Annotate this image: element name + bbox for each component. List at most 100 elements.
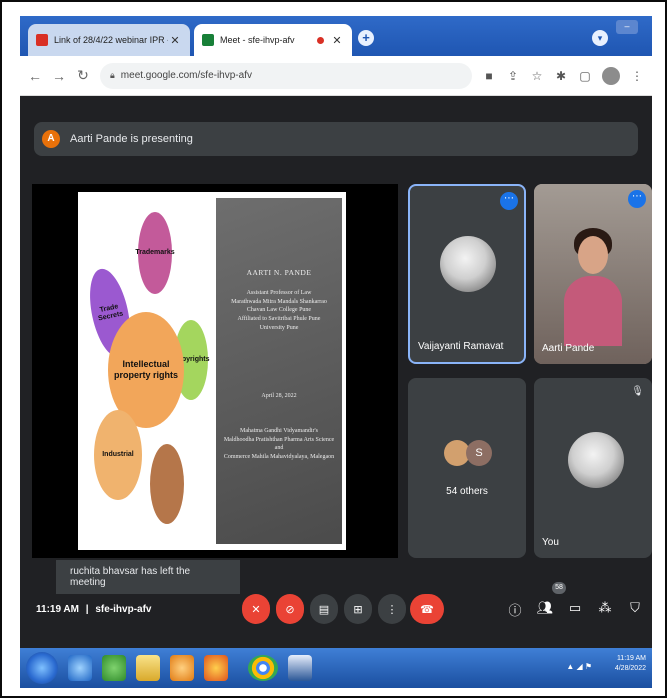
reload-icon[interactable]: ↻: [76, 67, 90, 84]
meeting-details-icon[interactable]: ⓘ: [506, 600, 524, 619]
participant-tile-others[interactable]: S 54 others: [408, 378, 526, 558]
windows-taskbar: ▲ ◢ ⚑ 11:19 AM 4/28/2022: [20, 648, 652, 688]
side-panel-icon[interactable]: ▢: [578, 69, 592, 83]
chrome-icon[interactable]: [248, 655, 278, 681]
url-text: meet.google.com/sfe-ihvp-afv: [120, 70, 252, 81]
more-options-icon[interactable]: ⋯: [500, 192, 518, 210]
ie-icon[interactable]: [68, 655, 92, 681]
participant-tile-you[interactable]: 🎙︎ You: [534, 378, 652, 558]
participant-video: [564, 224, 622, 346]
tab-gmail[interactable]: Link of 28/4/22 webinar IPR - co ✕: [28, 24, 190, 56]
lock-icon: 🔒︎: [110, 70, 115, 80]
media-icon[interactable]: [102, 655, 126, 681]
petal-label: Intellectual property rights: [113, 359, 178, 380]
slide-line: Assistant Professor of Law: [246, 289, 312, 296]
menu-icon[interactable]: ⋮: [630, 69, 644, 83]
tab-search-button[interactable]: ▾: [592, 30, 608, 46]
close-icon[interactable]: ✕: [168, 34, 182, 47]
presentation-stage[interactable]: Trademarks Trade Secrets Copyrights Inte…: [32, 184, 398, 594]
profile-avatar[interactable]: [602, 66, 620, 85]
presenter-avatar: A: [42, 130, 60, 148]
people-count-badge: 58: [552, 582, 566, 594]
participant-letter-avatar: S: [466, 440, 492, 466]
participant-name: Vaijayanti Ramavat: [418, 341, 504, 352]
meet-icon: [202, 34, 214, 46]
present-button[interactable]: ⊞: [344, 594, 372, 624]
slide-title-card: AARTI N. PANDE Assistant Professor of La…: [212, 192, 346, 550]
url-field[interactable]: 🔒︎ meet.google.com/sfe-ihvp-afv: [100, 62, 472, 89]
captions-icon: ▤: [318, 603, 330, 616]
slide-line: Affiliated to Savitribai Phule Pune: [237, 315, 321, 322]
address-bar: ← → ↻ 🔒︎ meet.google.com/sfe-ihvp-afv ■ …: [20, 56, 652, 96]
minimize-button[interactable]: –: [616, 20, 638, 34]
phone-hangup-icon: ☎: [420, 603, 434, 616]
firefox-icon[interactable]: [204, 655, 228, 681]
present-icon: ⊞: [353, 603, 363, 616]
petal-industrial: Industrial: [94, 410, 142, 500]
tab-meet[interactable]: Meet - sfe-ihvp-afv ✕: [194, 24, 352, 56]
host-controls-icon[interactable]: ⛉: [626, 600, 644, 616]
people-icon[interactable]: 👥︎: [536, 600, 554, 616]
body-shape: [564, 276, 622, 346]
petal-trademarks: Trademarks: [135, 212, 175, 294]
camera-indicator-icon[interactable]: ■: [482, 69, 496, 83]
slide-line: University Pune: [259, 324, 299, 331]
petal-label: Industrial: [102, 450, 134, 458]
participant-avatar: [440, 236, 496, 292]
others-count: 54 others: [446, 486, 488, 497]
tab-title: Link of 28/4/22 webinar IPR - co: [54, 35, 168, 45]
close-icon[interactable]: ✕: [330, 34, 344, 47]
extensions-icon[interactable]: ✱: [554, 69, 568, 83]
window-controls: –: [616, 20, 638, 34]
presenting-text: Aarti Pande is presenting: [70, 133, 193, 145]
screenshot-frame: Link of 28/4/22 webinar IPR - co ✕ Meet …: [0, 0, 667, 698]
more-options-button[interactable]: ⋮: [378, 594, 406, 624]
face-shape: [578, 236, 608, 274]
meeting-code: sfe-ihvp-afv: [95, 604, 152, 615]
chat-icon[interactable]: ▭: [566, 600, 584, 616]
petal-label: Trademarks: [135, 248, 175, 256]
camera-toggle-button[interactable]: ⊘: [276, 594, 304, 624]
activities-icon[interactable]: ⁂: [596, 600, 614, 616]
slide-diagram: Trademarks Trade Secrets Copyrights Inte…: [78, 192, 212, 550]
system-clock[interactable]: 11:19 AM 4/28/2022: [615, 654, 646, 674]
slide-date: April 28, 2022: [261, 393, 297, 400]
leave-call-button[interactable]: ☎: [410, 594, 444, 624]
share-icon[interactable]: ⇪: [506, 69, 520, 83]
meet-window: A Aarti Pande is presenting Trademarks T…: [20, 96, 652, 648]
camera-off-icon: ⊘: [285, 603, 295, 616]
participant-name: You: [542, 537, 559, 548]
presenting-banner: A Aarti Pande is presenting: [34, 122, 638, 156]
back-icon[interactable]: ←: [28, 68, 42, 84]
player-icon[interactable]: [170, 655, 194, 681]
tray-icons[interactable]: ▲ ◢ ⚑: [566, 662, 592, 671]
word-icon[interactable]: [288, 655, 312, 681]
slide-line: Marathwada Mitra Mandals Shankarrao: [231, 298, 327, 305]
mic-off-icon: 🎙︎: [631, 386, 644, 397]
captions-button[interactable]: ▤: [310, 594, 338, 624]
tab-title: Meet - sfe-ihvp-afv: [220, 35, 295, 45]
mic-off-icon: ✕: [251, 603, 261, 616]
participant-tile-aarti[interactable]: ⋯ Aarti Pande: [534, 184, 652, 364]
self-avatar: [568, 432, 624, 488]
presenter-name: AARTI N. PANDE: [246, 268, 312, 277]
browser-tab-strip: Link of 28/4/22 webinar IPR - co ✕ Meet …: [20, 16, 652, 56]
more-vert-icon: ⋮: [386, 603, 398, 616]
forward-icon[interactable]: →: [52, 68, 66, 84]
slide-line: Chavan Law College Pune: [246, 307, 312, 314]
petal-brown: [150, 444, 184, 524]
current-time: 11:19 AM: [36, 604, 79, 615]
mic-toggle-button[interactable]: ✕: [242, 594, 270, 624]
bookmark-star-icon[interactable]: ☆: [530, 69, 544, 83]
gmail-icon: [36, 34, 48, 46]
taskbar-time: 11:19 AM: [616, 655, 646, 662]
participant-tile-vaijayanti[interactable]: ⋯ Vaijayanti Ramavat: [408, 184, 526, 364]
folder-icon[interactable]: [136, 655, 160, 681]
meet-controls-bar: 11:19 AM | sfe-ihvp-afv ✕ ⊘ ▤ ⊞ ⋮ ☎ ⓘ 58…: [20, 576, 652, 648]
slide-footer-line: Commerce Mahila Mahavidyalaya, Malegaon: [223, 454, 335, 461]
start-button[interactable]: [26, 652, 58, 684]
slide-footer-line: Mahatma Gandhi Vidyamandir's: [240, 428, 318, 434]
more-options-icon[interactable]: ⋯: [628, 190, 646, 208]
participant-name: Aarti Pande: [542, 343, 595, 354]
new-tab-button[interactable]: +: [358, 30, 374, 46]
